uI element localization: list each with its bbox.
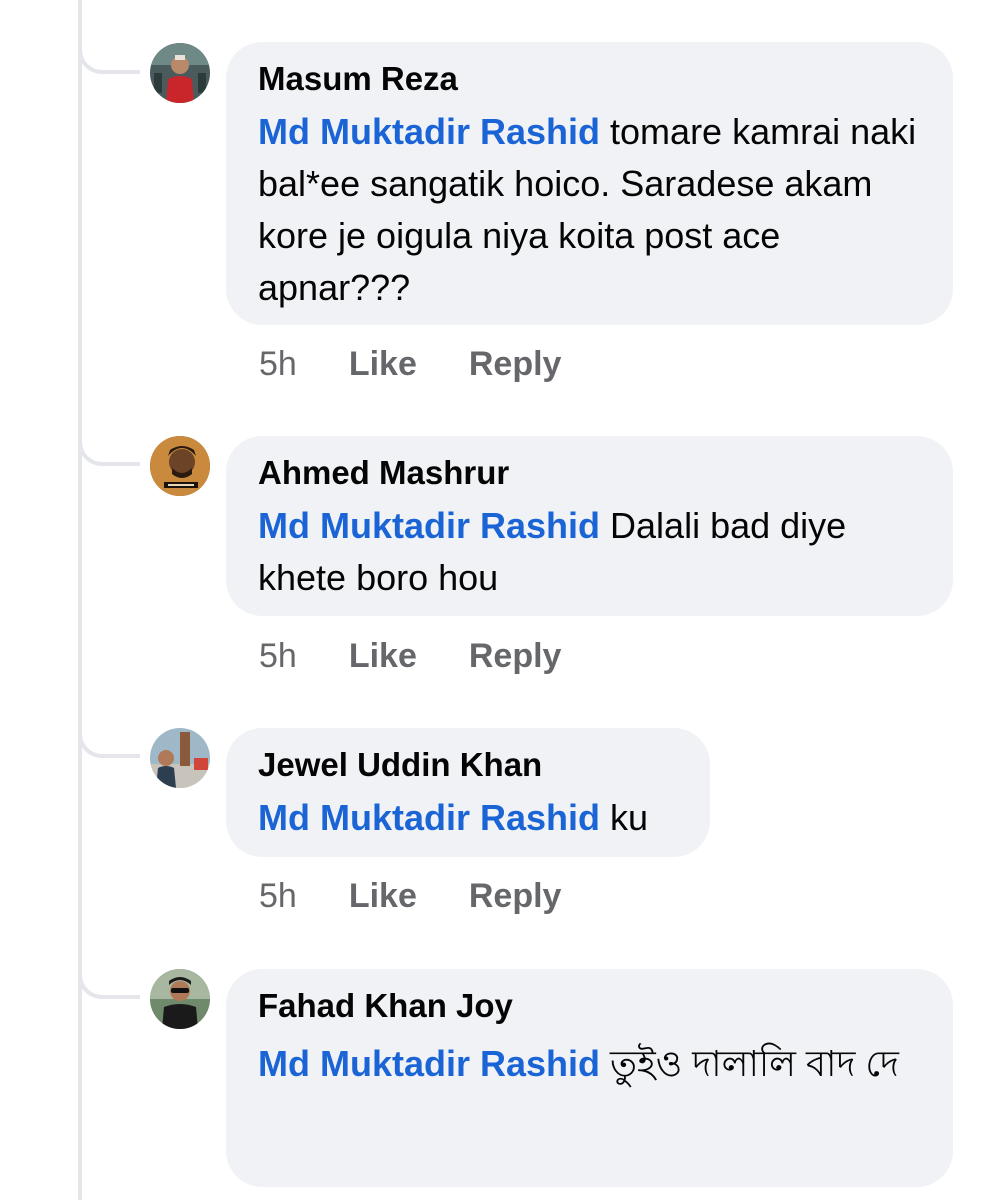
reply-connector bbox=[78, 44, 140, 74]
comment-author[interactable]: Masum Reza bbox=[258, 60, 923, 98]
reply-button[interactable]: Reply bbox=[469, 877, 562, 915]
comment-body: তুইও দালালি বাদ দে bbox=[600, 1043, 899, 1084]
comment-timestamp[interactable]: 5h bbox=[259, 345, 297, 383]
reply-button[interactable]: Reply bbox=[469, 345, 562, 383]
avatar-image bbox=[150, 436, 210, 496]
mention-link[interactable]: Md Muktadir Rashid bbox=[258, 505, 600, 546]
comment-thread: Masum Reza Md Muktadir Rashid tomare kam… bbox=[0, 0, 985, 1200]
reply-button[interactable]: Reply bbox=[469, 637, 562, 675]
comment-timestamp[interactable]: 5h bbox=[259, 877, 297, 915]
comment-bubble: Ahmed Mashrur Md Muktadir Rashid Dalali … bbox=[226, 436, 953, 616]
like-button[interactable]: Like bbox=[349, 637, 417, 675]
avatar-image bbox=[150, 728, 210, 788]
thread-line bbox=[78, 0, 82, 1200]
avatar-image bbox=[150, 43, 210, 103]
comment-actions: 5h Like Reply bbox=[259, 876, 561, 916]
avatar[interactable] bbox=[150, 436, 210, 496]
like-button[interactable]: Like bbox=[349, 877, 417, 915]
comment-author[interactable]: Fahad Khan Joy bbox=[258, 987, 923, 1025]
reply-connector bbox=[78, 969, 140, 999]
comment-timestamp[interactable]: 5h bbox=[259, 637, 297, 675]
comment-author[interactable]: Ahmed Mashrur bbox=[258, 454, 923, 492]
avatar[interactable] bbox=[150, 728, 210, 788]
comment-actions: 5h Like Reply bbox=[259, 636, 561, 676]
like-button[interactable]: Like bbox=[349, 345, 417, 383]
reply-connector bbox=[78, 436, 140, 466]
comment-body: ku bbox=[600, 797, 649, 838]
avatar-image bbox=[150, 969, 210, 1029]
reply-connector bbox=[78, 728, 140, 758]
avatar[interactable] bbox=[150, 43, 210, 103]
comment-text: Md Muktadir Rashid tomare kamrai naki ba… bbox=[258, 106, 923, 314]
comment-bubble: Masum Reza Md Muktadir Rashid tomare kam… bbox=[226, 42, 953, 325]
comment-bubble: Fahad Khan Joy Md Muktadir Rashid তুইও দ… bbox=[226, 969, 953, 1187]
mention-link[interactable]: Md Muktadir Rashid bbox=[258, 797, 600, 838]
mention-link[interactable]: Md Muktadir Rashid bbox=[258, 111, 600, 152]
comment-text: Md Muktadir Rashid তুইও দালালি বাদ দে bbox=[258, 1033, 923, 1095]
comment-author[interactable]: Jewel Uddin Khan bbox=[258, 746, 680, 784]
comment-text: Md Muktadir Rashid Dalali bad diye khete… bbox=[258, 500, 923, 604]
comment-actions: 5h Like Reply bbox=[259, 344, 561, 384]
mention-link[interactable]: Md Muktadir Rashid bbox=[258, 1043, 600, 1084]
comment-text: Md Muktadir Rashid ku bbox=[258, 792, 680, 844]
avatar[interactable] bbox=[150, 969, 210, 1029]
comment-bubble: Jewel Uddin Khan Md Muktadir Rashid ku bbox=[226, 728, 710, 857]
